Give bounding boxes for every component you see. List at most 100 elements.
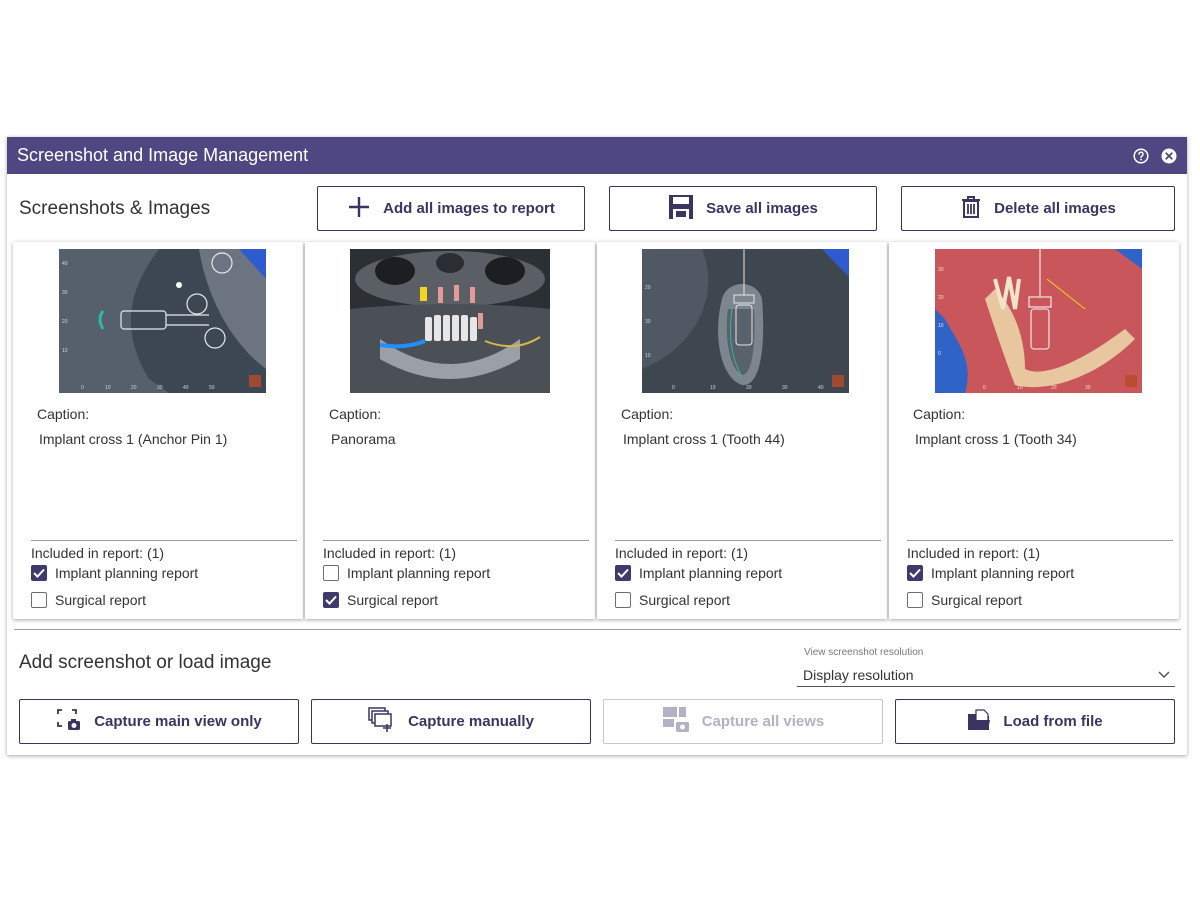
surgical-report-option[interactable]: Surgical report xyxy=(323,592,438,608)
svg-text:30: 30 xyxy=(645,319,651,325)
svg-text:0: 0 xyxy=(672,385,675,391)
svg-text:20: 20 xyxy=(62,319,68,325)
svg-text:30: 30 xyxy=(157,385,163,391)
caption-label: Caption: xyxy=(329,406,382,422)
image-card-1: 40 30 20 10 0 10 20 30 40 50 Caption: Implant cr… xyxy=(13,242,303,619)
svg-text:30: 30 xyxy=(62,290,68,296)
capture-main-view-label: Capture main view only xyxy=(94,713,262,730)
implant-report-option[interactable]: Implant planning report xyxy=(31,565,198,581)
surgical-report-checkbox[interactable] xyxy=(31,592,47,608)
load-from-file-button[interactable]: Load from file xyxy=(895,699,1175,744)
card-separator xyxy=(31,540,297,541)
plus-icon xyxy=(347,195,371,223)
svg-text:0: 0 xyxy=(938,351,941,357)
surgical-report-checkbox[interactable] xyxy=(615,592,631,608)
surgical-report-label: Surgical report xyxy=(639,592,731,608)
add-all-images-label: Add all images to report xyxy=(383,200,555,217)
svg-text:20: 20 xyxy=(938,295,944,301)
surgical-report-label: Surgical report xyxy=(55,592,147,608)
save-all-images-label: Save all images xyxy=(706,200,818,217)
caption-text[interactable]: Implant cross 1 (Tooth 44) xyxy=(623,431,785,447)
included-count: Included in report: (1) xyxy=(907,545,1041,561)
svg-text:40: 40 xyxy=(183,385,189,391)
surgical-report-checkbox[interactable] xyxy=(323,592,339,608)
implant-report-option[interactable]: Implant planning report xyxy=(323,565,490,581)
svg-text:20: 20 xyxy=(1051,385,1057,391)
dialog-title: Screenshot and Image Management xyxy=(17,145,309,165)
implant-report-label: Implant planning report xyxy=(639,565,783,581)
svg-text:30: 30 xyxy=(938,267,944,273)
folder-open-icon xyxy=(967,708,991,736)
svg-text:10: 10 xyxy=(105,385,111,391)
included-count: Included in report: (1) xyxy=(323,545,457,561)
svg-text:40: 40 xyxy=(62,261,68,267)
implant-report-label: Implant planning report xyxy=(347,565,491,581)
capture-all-views-button[interactable]: Capture all views xyxy=(603,699,883,744)
load-from-file-label: Load from file xyxy=(1003,713,1103,730)
image-card-4: 30 20 10 0 0 10 20 30 Caption: Implant cross 1… xyxy=(889,242,1179,619)
implant-report-checkbox[interactable] xyxy=(31,565,47,581)
surgical-report-option[interactable]: Surgical report xyxy=(615,592,730,608)
surgical-report-option[interactable]: Surgical report xyxy=(907,592,1022,608)
image-management-dialog: Screenshot and Image Management Screensh… xyxy=(7,137,1187,755)
caption-text[interactable]: Implant cross 1 (Tooth 34) xyxy=(915,431,1077,447)
svg-text:20: 20 xyxy=(131,385,137,391)
svg-text:10: 10 xyxy=(62,348,68,354)
included-count: Included in report: (1) xyxy=(615,545,749,561)
caption-label: Caption: xyxy=(37,406,90,422)
svg-text:10: 10 xyxy=(710,385,716,391)
implant-report-checkbox[interactable] xyxy=(323,565,339,581)
svg-text:20: 20 xyxy=(746,385,752,391)
thumbnail-cross-tooth-34[interactable]: 30 20 10 0 0 10 20 30 xyxy=(935,249,1142,393)
thumbnail-panorama[interactable] xyxy=(350,249,550,393)
delete-all-images-button[interactable]: Delete all images xyxy=(901,186,1175,231)
help-circle-icon[interactable] xyxy=(1133,147,1149,164)
card-separator xyxy=(615,540,881,541)
surgical-report-option[interactable]: Surgical report xyxy=(31,592,146,608)
implant-report-label: Implant planning report xyxy=(55,565,199,581)
save-icon xyxy=(668,194,694,224)
thumbnail-cross-anchor-pin[interactable]: 40 30 20 10 0 10 20 30 40 50 xyxy=(59,249,266,393)
resolution-select[interactable]: Display resolution xyxy=(797,663,1175,687)
card-separator xyxy=(907,540,1173,541)
save-all-images-button[interactable]: Save all images xyxy=(609,186,877,231)
implant-report-checkbox[interactable] xyxy=(615,565,631,581)
add-section-title: Add screenshot or load image xyxy=(19,652,272,673)
svg-text:10: 10 xyxy=(645,353,651,359)
surgical-report-label: Surgical report xyxy=(347,592,439,608)
surgical-report-label: Surgical report xyxy=(931,592,1023,608)
capture-all-views-label: Capture all views xyxy=(701,713,825,730)
svg-text:10: 10 xyxy=(938,323,944,329)
implant-report-option[interactable]: Implant planning report xyxy=(907,565,1074,581)
svg-text:30: 30 xyxy=(782,385,788,391)
capture-manually-button[interactable]: Capture manually xyxy=(311,699,591,744)
svg-text:10: 10 xyxy=(1017,385,1023,391)
implant-report-label: Implant planning report xyxy=(931,565,1075,581)
close-circle-icon[interactable] xyxy=(1161,148,1177,164)
chevron-down-icon xyxy=(1157,667,1171,684)
svg-text:30: 30 xyxy=(1085,385,1091,391)
caption-label: Caption: xyxy=(913,406,966,422)
caption-text[interactable]: Implant cross 1 (Anchor Pin 1) xyxy=(39,431,227,447)
capture-main-view-button[interactable]: Capture main view only xyxy=(19,699,299,744)
implant-report-checkbox[interactable] xyxy=(907,565,923,581)
card-separator xyxy=(323,540,589,541)
resolution-label: View screenshot resolution xyxy=(804,647,924,658)
svg-text:0: 0 xyxy=(983,385,986,391)
surgical-report-checkbox[interactable] xyxy=(907,592,923,608)
image-card-3: 20 30 10 0 10 20 30 40 Caption: Implant cross … xyxy=(597,242,887,619)
svg-text:0: 0 xyxy=(81,385,84,391)
capture-manually-label: Capture manually xyxy=(408,713,534,730)
caption-text[interactable]: Panorama xyxy=(331,431,396,447)
capture-crop-icon xyxy=(368,706,396,737)
capture-frame-camera-icon xyxy=(56,708,82,736)
included-count: Included in report: (1) xyxy=(31,545,165,561)
svg-text:40: 40 xyxy=(818,385,824,391)
svg-text:20: 20 xyxy=(645,285,651,291)
capture-layout-camera-icon xyxy=(662,706,690,738)
implant-report-option[interactable]: Implant planning report xyxy=(615,565,782,581)
thumbnail-cross-tooth-44[interactable]: 20 30 10 0 10 20 30 40 xyxy=(642,249,849,393)
caption-label: Caption: xyxy=(621,406,674,422)
add-all-images-button[interactable]: Add all images to report xyxy=(317,186,585,231)
image-card-2: Caption: Panorama Included in report: (1… xyxy=(305,242,595,619)
